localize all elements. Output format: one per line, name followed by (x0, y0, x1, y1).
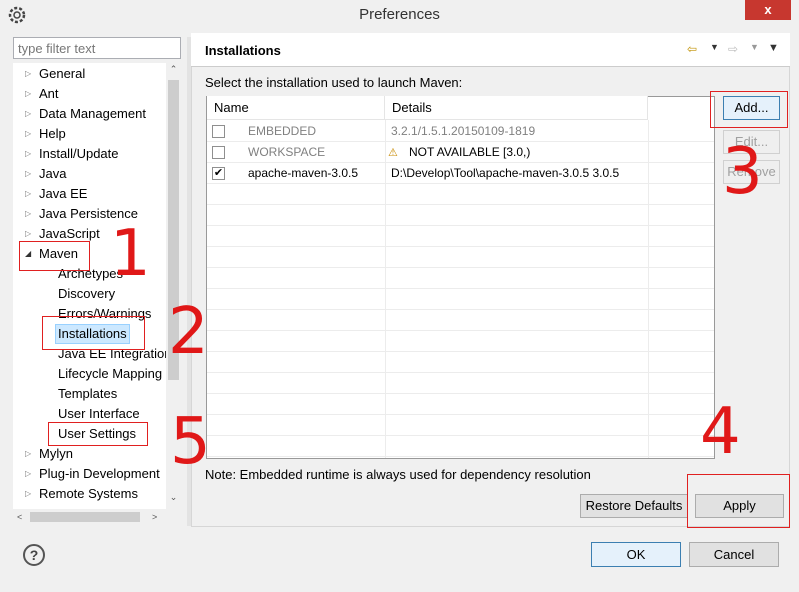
tree-item-label: Java (39, 166, 67, 181)
installation-name: WORKSPACE (248, 145, 326, 159)
empty-table-row (207, 331, 714, 352)
collapsed-arrow-icon[interactable]: ▷ (25, 184, 31, 204)
collapsed-arrow-icon[interactable]: ▷ (25, 464, 31, 484)
close-button[interactable]: x (745, 0, 791, 20)
annotation-box-add (710, 91, 788, 128)
collapsed-arrow-icon[interactable]: ▷ (25, 204, 31, 224)
empty-table-row (207, 373, 714, 394)
restore-defaults-button[interactable]: Restore Defaults (580, 494, 688, 518)
tree-item-ant[interactable]: ▷ Ant (13, 84, 166, 104)
annotation-box-maven (19, 241, 90, 271)
annotation-number-1: 1 (110, 217, 151, 291)
tree-item-label: Discovery (58, 286, 116, 301)
empty-table-row (207, 352, 714, 373)
forward-dropdown-icon[interactable]: ▼ (750, 42, 759, 52)
empty-table-row (207, 415, 714, 436)
collapsed-arrow-icon[interactable]: ▷ (25, 444, 31, 464)
tree-item-plug-in-development[interactable]: ▷ Plug-in Development (13, 464, 166, 484)
view-menu-icon[interactable]: ▼ (768, 42, 779, 54)
column-header-details[interactable]: Details (385, 96, 648, 120)
filter-input[interactable] (13, 37, 181, 59)
tree-item-user-interface[interactable]: User Interface (13, 404, 166, 424)
empty-table-row (207, 184, 714, 205)
collapsed-arrow-icon[interactable]: ▷ (25, 124, 31, 144)
installation-checkbox[interactable] (212, 146, 225, 159)
back-dropdown-icon[interactable]: ▼ (710, 42, 719, 52)
empty-table-row (207, 268, 714, 289)
empty-table-row (207, 310, 714, 331)
annotation-box-installations (42, 316, 145, 350)
collapsed-arrow-icon[interactable]: ▷ (25, 104, 31, 124)
embedded-runtime-note: Note: Embedded runtime is always used fo… (205, 467, 591, 482)
annotation-box-apply (687, 474, 790, 528)
back-arrow-icon[interactable]: ⇦ (687, 41, 697, 57)
tree-item-data-management[interactable]: ▷ Data Management (13, 104, 166, 124)
tree-item-help[interactable]: ▷ Help (13, 124, 166, 144)
installation-checkbox[interactable] (212, 125, 225, 138)
empty-table-row (207, 247, 714, 268)
page-title: Installations (205, 43, 281, 58)
help-icon[interactable]: ? (23, 544, 45, 566)
tree-item-label: Help (39, 126, 66, 141)
tree-item-label: Ant (39, 86, 59, 101)
scroll-right-icon[interactable]: > (152, 509, 157, 525)
annotation-number-4: 4 (700, 395, 741, 469)
title-bar: Preferences x (0, 0, 799, 30)
tree-item-label: Plug-in Development (39, 466, 160, 481)
tree-item-label: Data Management (39, 106, 146, 121)
scroll-left-icon[interactable]: < (17, 509, 22, 525)
select-installation-label: Select the installation used to launch M… (205, 75, 463, 90)
collapsed-arrow-icon[interactable]: ▷ (25, 84, 31, 104)
tree-item-label: Templates (58, 386, 118, 401)
tree-item-java-ee[interactable]: ▷ Java EE (13, 184, 166, 204)
window-title: Preferences (359, 6, 440, 23)
collapsed-arrow-icon[interactable]: ▷ (25, 64, 31, 84)
installation-details: D:\Develop\Tool\apache-maven-3.0.5 3.0.5 (391, 166, 620, 180)
tree-item-label: User Interface (58, 406, 140, 421)
installation-name: apache-maven-3.0.5 (248, 166, 359, 180)
tree-item-lifecycle-mapping[interactable]: Lifecycle Mapping (13, 364, 166, 384)
tree-item-templates[interactable]: Templates (13, 384, 166, 404)
tree-item-label: General (39, 66, 86, 81)
empty-table-row (207, 394, 714, 415)
warning-icon: ⚠ (388, 147, 398, 159)
tree-item-label: Remote Systems (39, 486, 138, 501)
empty-table-row (207, 436, 714, 457)
tree-item-label: Java EE (39, 186, 88, 201)
column-header-name[interactable]: Name (207, 96, 385, 120)
tree-item-label: Install/Update (39, 146, 119, 161)
tree-item-install-update[interactable]: ▷ Install/Update (13, 144, 166, 164)
cancel-button[interactable]: Cancel (689, 542, 779, 567)
forward-arrow-icon[interactable]: ⇨ (728, 41, 738, 57)
collapsed-arrow-icon[interactable]: ▷ (25, 144, 31, 164)
installation-details: 3.2.1/1.5.1.20150109-1819 (391, 124, 536, 138)
annotation-number-2: 2 (168, 295, 209, 369)
tree-item-label: Mylyn (39, 446, 73, 461)
tree-item-mylyn[interactable]: ▷ Mylyn (13, 444, 166, 464)
annotation-number-3: 3 (722, 135, 763, 209)
ok-button[interactable]: OK (591, 542, 681, 567)
annotation-number-5: 5 (170, 405, 211, 479)
tree-hscroll-thumb[interactable] (30, 512, 140, 522)
tree-item-remote-systems[interactable]: ▷ Remote Systems (13, 484, 166, 504)
empty-table-row (207, 226, 714, 247)
collapsed-arrow-icon[interactable]: ▷ (25, 164, 31, 184)
annotation-box-user-settings (48, 422, 148, 446)
installation-name: EMBEDDED (248, 124, 317, 138)
tree-item-label: Lifecycle Mapping (58, 366, 163, 381)
installation-checkbox[interactable]: ✔ (212, 167, 225, 180)
installation-details: NOT AVAILABLE [3.0,) (409, 145, 531, 159)
scroll-up-icon[interactable]: ⌃ (167, 64, 180, 75)
tree-item-java[interactable]: ▷ Java (13, 164, 166, 184)
empty-table-row (207, 289, 714, 310)
scroll-down-icon[interactable]: ⌄ (167, 492, 180, 503)
empty-table-row (207, 205, 714, 226)
collapsed-arrow-icon[interactable]: ▷ (25, 484, 31, 504)
tree-item-general[interactable]: ▷ General (13, 64, 166, 84)
